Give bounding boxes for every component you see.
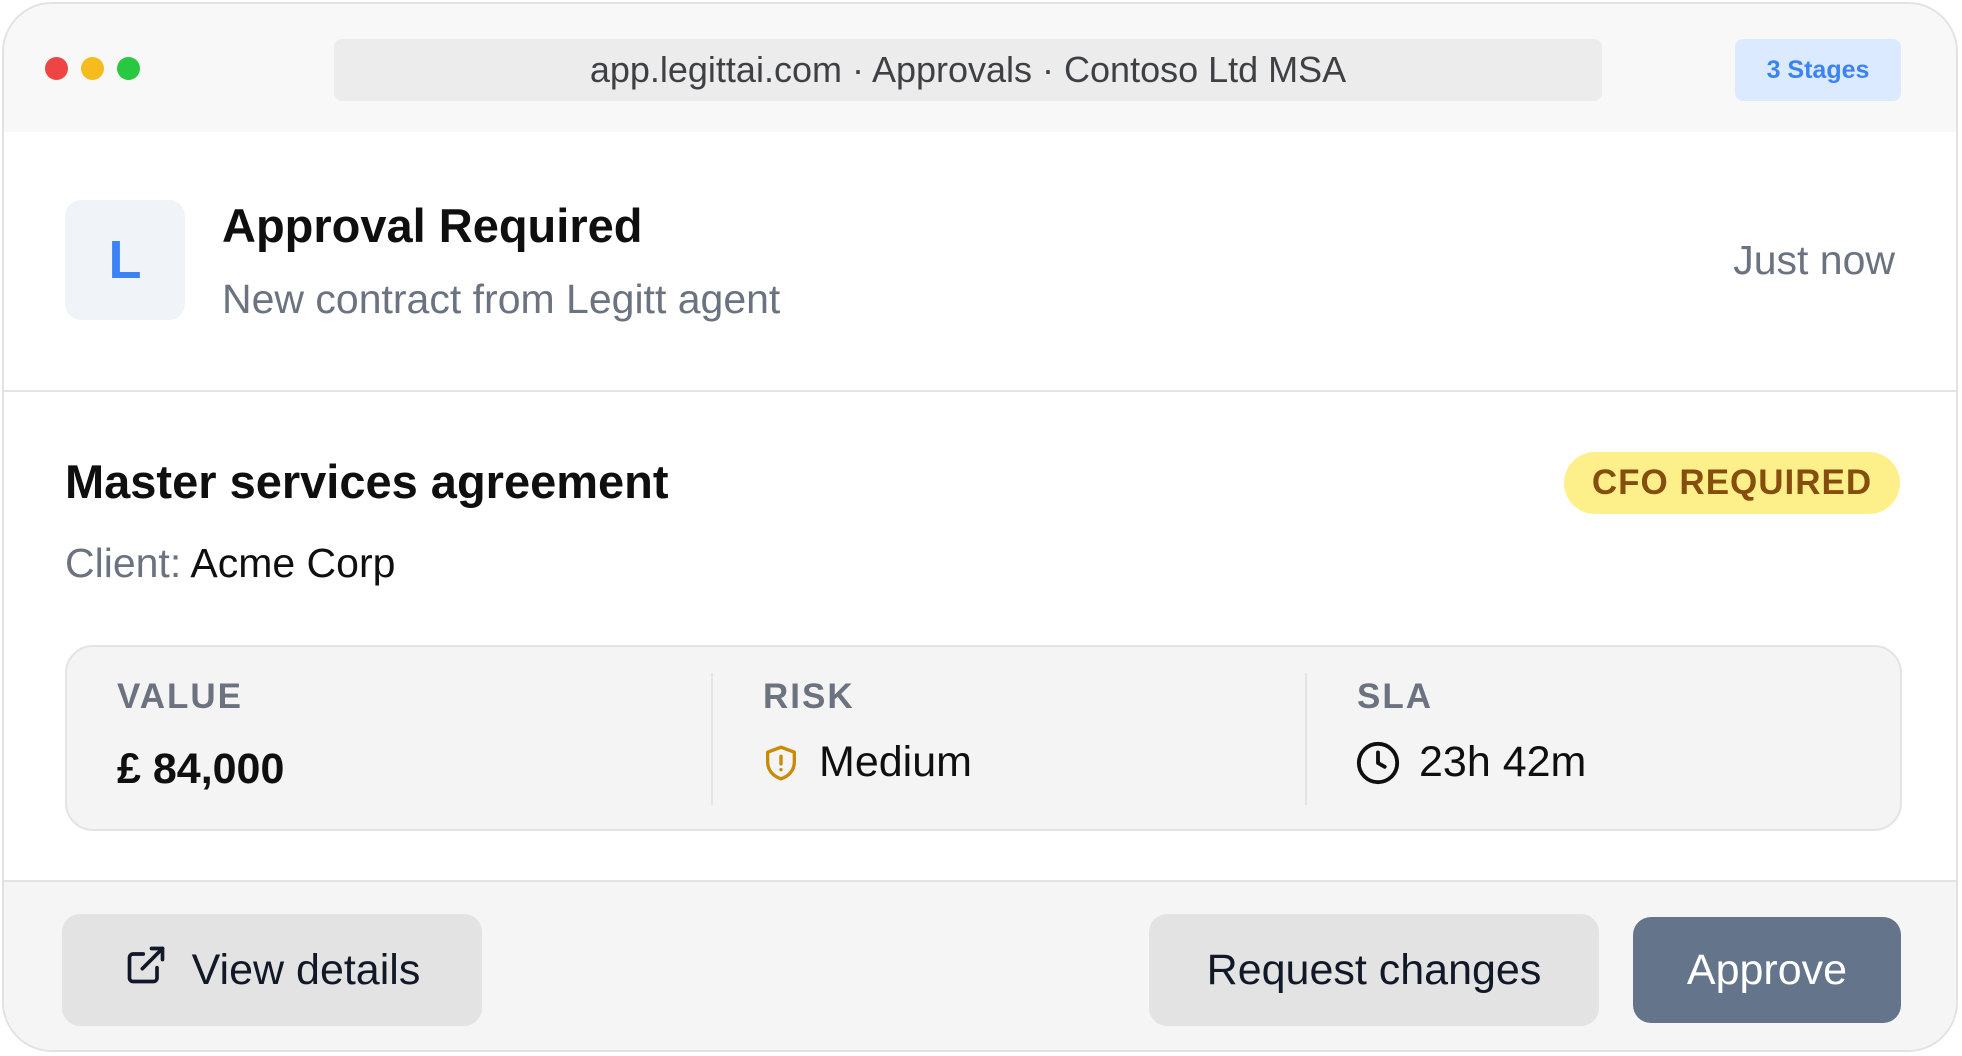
address-bar[interactable]: app.legittai.com · Approvals · Contoso L… — [334, 39, 1602, 101]
metric-sla-label: SLA — [1357, 677, 1433, 716]
view-details-button[interactable]: View details — [62, 914, 482, 1026]
notification-header: L Approval Required New contract from Le… — [4, 132, 1956, 392]
client-line: Client: Acme Corp — [65, 540, 395, 587]
cfo-required-badge: CFO REQUIRED — [1564, 452, 1900, 514]
contract-title: Master services agreement — [65, 455, 669, 508]
request-changes-button[interactable]: Request changes — [1149, 914, 1599, 1026]
external-link-icon — [124, 943, 168, 998]
approval-window: app.legittai.com · Approvals · Contoso L… — [2, 2, 1958, 1052]
notification-title: Approval Required — [222, 199, 643, 252]
metric-value: VALUE £ 84,000 — [67, 647, 711, 829]
metric-risk-value: Medium — [819, 738, 972, 786]
metric-risk-row: Medium — [761, 738, 972, 787]
timestamp: Just now — [1733, 237, 1895, 283]
metric-sla: SLA 23h 42m — [1307, 647, 1902, 829]
shield-alert-icon — [761, 742, 801, 784]
view-details-label: View details — [191, 945, 421, 994]
clock-icon — [1355, 740, 1401, 786]
metric-value-label: VALUE — [117, 677, 244, 716]
client-label: Client: — [65, 540, 182, 586]
maximize-window-button[interactable] — [117, 57, 140, 80]
title-bar: app.legittai.com · Approvals · Contoso L… — [4, 4, 1956, 132]
metric-sla-row: 23h 42m — [1355, 738, 1586, 787]
approve-button[interactable]: Approve — [1633, 917, 1901, 1023]
metric-risk-label: RISK — [763, 677, 855, 716]
action-footer: View details Request changes Approve — [4, 880, 1956, 1050]
avatar: L — [65, 200, 185, 320]
stages-badge: 3 Stages — [1735, 39, 1901, 101]
close-window-button[interactable] — [45, 57, 68, 80]
client-value: Acme Corp — [190, 540, 396, 586]
metric-value-amount: £ 84,000 — [117, 745, 285, 793]
metrics-panel: VALUE £ 84,000 RISK Medium SLA 23h 42m — [65, 645, 1902, 831]
metric-risk: RISK Medium — [713, 647, 1305, 829]
metric-sla-value: 23h 42m — [1419, 738, 1587, 786]
minimize-window-button[interactable] — [81, 57, 104, 80]
notification-subtitle: New contract from Legitt agent — [222, 276, 781, 322]
